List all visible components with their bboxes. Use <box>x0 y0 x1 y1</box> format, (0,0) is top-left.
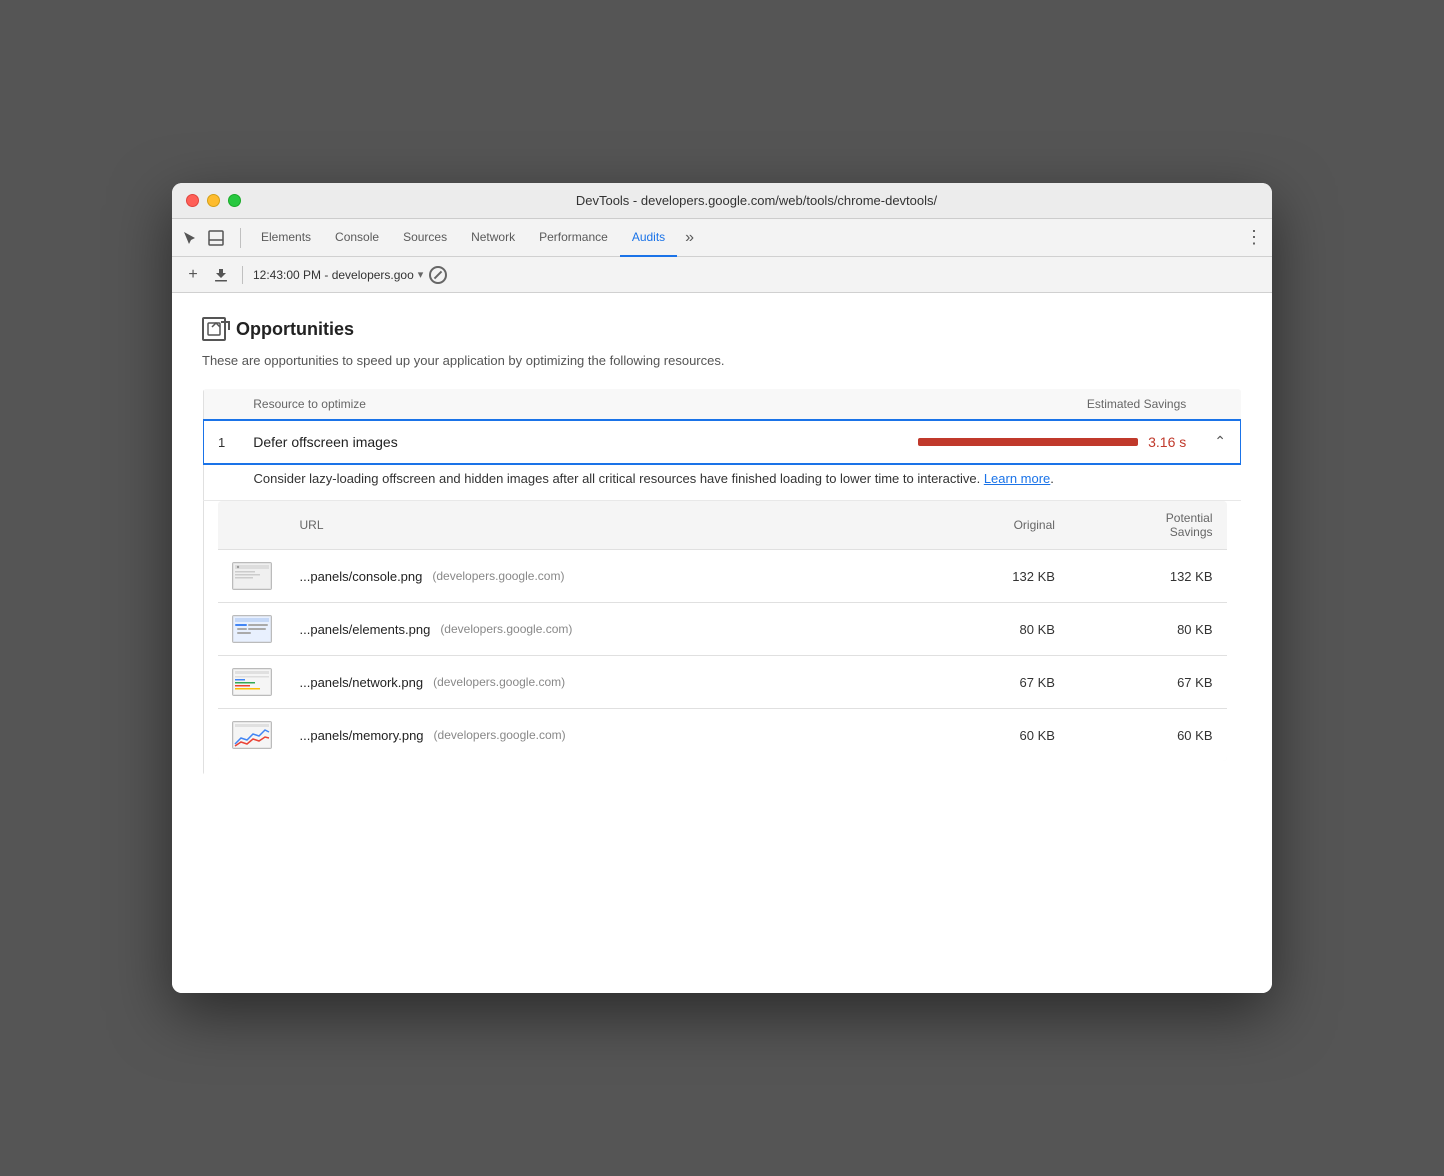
col-toggle <box>1200 389 1241 421</box>
section-title: Opportunities <box>236 319 354 340</box>
url-text: 12:43:00 PM - developers.goo <box>253 268 414 282</box>
thumb-cell-2 <box>218 656 286 709</box>
row-label: Defer offscreen images <box>239 420 593 464</box>
url-cell-1: ...panels/elements.png (developers.googl… <box>286 603 920 656</box>
section-description: These are opportunities to speed up your… <box>202 353 1242 368</box>
chevron-down-icon: ▾ <box>418 268 424 281</box>
chevron-up-icon[interactable]: ⌃ <box>1214 433 1226 449</box>
devtools-menu-button[interactable]: ⋮ <box>1244 228 1264 248</box>
savings-value: 3.16 s <box>1148 434 1186 450</box>
title-bar: DevTools - developers.google.com/web/too… <box>172 183 1272 219</box>
description-cell: Consider lazy-loading offscreen and hidd… <box>203 464 1241 501</box>
sub-col-url: URL <box>286 501 920 550</box>
url-domain-2: (developers.google.com) <box>433 675 565 689</box>
devtools-window: DevTools - developers.google.com/web/too… <box>172 183 1272 993</box>
section-header: Opportunities <box>202 317 1242 341</box>
sub-table-row-3: ...panels/memory.png (developers.google.… <box>218 709 1227 762</box>
sub-col-thumb <box>218 501 286 550</box>
sub-table-row: URL Original Potential Savings <box>203 501 1241 776</box>
maximize-button[interactable] <box>228 194 241 207</box>
url-cell-3: ...panels/memory.png (developers.google.… <box>286 709 920 762</box>
url-name-3: ...panels/memory.png <box>300 728 424 743</box>
url-cell-0: ...panels/console.png (developers.google… <box>286 550 920 603</box>
traffic-lights <box>186 194 241 207</box>
url-domain-0: (developers.google.com) <box>432 569 564 583</box>
tab-audits[interactable]: Audits <box>620 219 677 257</box>
toolbar: + 12:43:00 PM - developers.goo ▾ <box>172 257 1272 293</box>
tab-network[interactable]: Network <box>459 219 527 257</box>
original-cell-3: 60 KB <box>920 709 1069 762</box>
cursor-icon[interactable] <box>180 228 200 248</box>
url-domain-3: (developers.google.com) <box>434 728 566 742</box>
audit-table: Resource to optimize Estimated Savings 1… <box>202 388 1242 776</box>
col-savings: Estimated Savings <box>593 389 1200 421</box>
opportunities-icon <box>202 317 226 341</box>
sub-table-wrapper: URL Original Potential Savings <box>204 501 1241 775</box>
devtools-tabs-bar: Elements Console Sources Network Perform… <box>172 219 1272 257</box>
url-name-2: ...panels/network.png <box>300 675 424 690</box>
thumb-memory <box>232 721 272 749</box>
thumb-network <box>232 668 272 696</box>
dock-icon[interactable] <box>206 228 226 248</box>
tab-performance[interactable]: Performance <box>527 219 620 257</box>
original-cell-1: 80 KB <box>920 603 1069 656</box>
savings-cell-0: 132 KB <box>1069 550 1227 603</box>
thumb-cell-1 <box>218 603 286 656</box>
url-cell-2: ...panels/network.png (developers.google… <box>286 656 920 709</box>
col-resource: Resource to optimize <box>239 389 593 421</box>
no-entry-icon[interactable] <box>429 266 447 284</box>
main-content: Opportunities These are opportunities to… <box>172 293 1272 993</box>
description-row: Consider lazy-loading offscreen and hidd… <box>203 464 1241 501</box>
original-cell-2: 67 KB <box>920 656 1069 709</box>
sub-col-original: Original <box>920 501 1069 550</box>
sub-table-row-2: ...panels/network.png (developers.google… <box>218 656 1227 709</box>
thumb-cell-0 <box>218 550 286 603</box>
sub-table-cell: URL Original Potential Savings <box>203 501 1241 776</box>
savings-cell-3: 60 KB <box>1069 709 1227 762</box>
minimize-button[interactable] <box>207 194 220 207</box>
tab-console[interactable]: Console <box>323 219 391 257</box>
window-title: DevTools - developers.google.com/web/too… <box>255 193 1258 208</box>
row-savings-cell: 3.16 s <box>593 420 1200 464</box>
toolbar-divider <box>242 266 243 284</box>
url-domain-1: (developers.google.com) <box>440 622 572 636</box>
audit-table-header-row: Resource to optimize Estimated Savings <box>203 389 1241 421</box>
sub-table-header-row: URL Original Potential Savings <box>218 501 1227 550</box>
url-name-1: ...panels/elements.png <box>300 622 431 637</box>
close-button[interactable] <box>186 194 199 207</box>
learn-more-link[interactable]: Learn more <box>984 471 1050 486</box>
row-chevron-cell: ⌃ <box>1200 420 1241 464</box>
sub-table: URL Original Potential Savings <box>218 501 1227 761</box>
tab-divider <box>240 228 241 248</box>
sub-table-row-1: ...panels/elements.png (developers.googl… <box>218 603 1227 656</box>
description-period: . <box>1050 471 1054 486</box>
url-chip[interactable]: 12:43:00 PM - developers.goo ▾ <box>253 268 423 282</box>
defer-offscreen-row[interactable]: 1 Defer offscreen images 3.16 s ⌃ <box>203 420 1241 464</box>
sub-col-savings: Potential Savings <box>1069 501 1227 550</box>
add-button[interactable]: + <box>182 264 204 286</box>
original-cell-0: 132 KB <box>920 550 1069 603</box>
col-number <box>203 389 239 421</box>
tab-elements[interactable]: Elements <box>249 219 323 257</box>
savings-cell-1: 80 KB <box>1069 603 1227 656</box>
tab-sources[interactable]: Sources <box>391 219 459 257</box>
row-number: 1 <box>203 420 239 464</box>
thumb-elements <box>232 615 272 643</box>
sub-table-row-0: ...panels/console.png (developers.google… <box>218 550 1227 603</box>
url-name-0: ...panels/console.png <box>300 569 423 584</box>
savings-bar <box>918 438 1138 446</box>
thumb-cell-3 <box>218 709 286 762</box>
more-tabs-button[interactable]: » <box>677 229 702 247</box>
download-button[interactable] <box>210 264 232 286</box>
description-text: Consider lazy-loading offscreen and hidd… <box>254 471 984 486</box>
savings-cell-2: 67 KB <box>1069 656 1227 709</box>
thumb-console <box>232 562 272 590</box>
